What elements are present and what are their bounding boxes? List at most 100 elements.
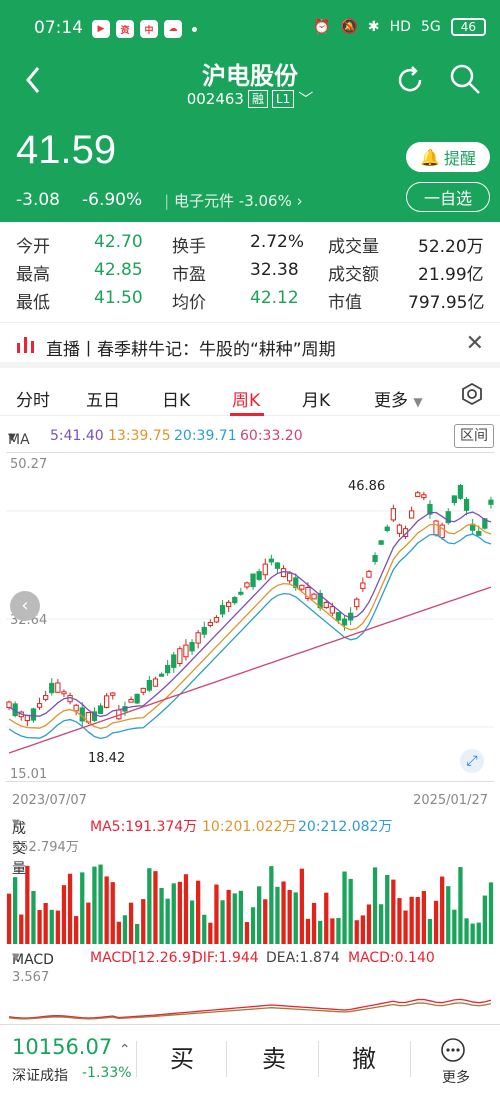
status-right: ⏰ 🔕 ✱ HD 5G 46 <box>313 18 486 36</box>
turnover-value: 2.72% <box>250 232 305 252</box>
volume-bar <box>263 899 268 944</box>
candle-body <box>140 687 146 693</box>
candle-body <box>372 555 378 563</box>
candle-body <box>256 571 262 580</box>
candle-body <box>268 558 274 563</box>
sector-link[interactable]: | 电子元件 -3.06% › <box>164 190 303 211</box>
stock-code: 002463 <box>186 89 244 108</box>
tab-intraday[interactable]: 分时 <box>16 386 50 411</box>
chevron-down-icon: ﹀ <box>298 90 314 108</box>
caret-down-icon: ▼ <box>12 952 20 963</box>
status-bar: 07:14 ▶ 资 中 ☁ ⏰ 🔕 ✱ HD 5G 46 <box>0 14 500 44</box>
candle-body <box>463 498 470 511</box>
refresh-icon[interactable] <box>394 64 426 96</box>
alarm-icon: ⏰ <box>313 19 331 35</box>
date-end: 2025/01/27 <box>413 793 488 808</box>
volume-bar <box>257 886 262 944</box>
sell-button[interactable]: 卖 <box>262 1039 286 1074</box>
quote-grid: 今开 42.70 换手 2.72% 成交量 52.20万 最高 42.85 市盈… <box>0 228 500 318</box>
app-icon: ☁ <box>164 20 182 38</box>
candle-body <box>323 601 329 609</box>
candle-body <box>171 654 177 668</box>
volume-bar <box>159 887 164 944</box>
divider <box>136 1041 137 1077</box>
app-icon: 中 <box>140 20 158 38</box>
volume-bar <box>440 876 445 944</box>
candle-body <box>299 584 305 590</box>
margin-tag: 融 <box>247 89 268 108</box>
volume-value: 52.20万 <box>418 237 484 257</box>
kline-chart[interactable]: 50.27 32.64 15.01 46.86 18.42 ‹ ⤢ <box>6 452 494 782</box>
volume-bar <box>74 916 79 944</box>
candle-body <box>201 627 207 635</box>
volume-bar <box>214 884 219 944</box>
volume-bar <box>92 866 97 944</box>
tab-monthly-k[interactable]: 月K <box>302 386 330 411</box>
cancel-order-button[interactable]: 撤 <box>352 1039 376 1074</box>
tab-weekly-k[interactable]: 周K <box>232 386 260 411</box>
volume-bar <box>348 878 353 944</box>
candle-body <box>177 648 183 665</box>
buy-button[interactable]: 买 <box>170 1039 194 1074</box>
volume-bar <box>171 883 176 944</box>
volume-bar <box>336 918 341 944</box>
app-icon: 资 <box>116 20 134 38</box>
volume-bar <box>421 891 426 944</box>
more-label[interactable]: 更多 <box>442 1067 470 1087</box>
bluetooth-icon: ✱ <box>367 19 380 35</box>
tab-more[interactable]: 更多 ▼ <box>374 386 423 411</box>
volume-bar <box>269 866 274 944</box>
candle-body <box>55 682 61 693</box>
close-icon[interactable]: ✕ <box>466 331 484 356</box>
news-text: 直播丨春季耕牛记：牛股的“耕种”周期 <box>46 340 336 360</box>
volume-bar <box>385 874 390 944</box>
turnover-label: 换手 <box>172 237 206 257</box>
volume-bar <box>31 890 36 944</box>
tab-five-day[interactable]: 五日 <box>86 386 120 411</box>
news-banner[interactable]: 直播丨春季耕牛记：牛股的“耕种”周期 ✕ <box>0 322 500 368</box>
volume-bar <box>372 867 378 944</box>
volume-bar <box>98 864 103 944</box>
scroll-left-button[interactable]: ‹ <box>10 591 40 621</box>
volume-bar <box>25 865 30 944</box>
avg-value: 42.12 <box>250 288 299 308</box>
remind-button[interactable]: 🔔 提醒 <box>406 142 490 172</box>
volume-bar <box>147 868 152 944</box>
candle-body <box>165 664 171 674</box>
candle-body <box>451 495 457 504</box>
candle-body <box>360 582 366 589</box>
macd-params: MACD[12.26.9] <box>90 950 197 966</box>
index-value-number: 10156.07 <box>12 1035 113 1059</box>
volume-bar <box>104 876 109 944</box>
volume-bar <box>482 895 487 944</box>
y-axis-max: 50.27 <box>10 457 48 472</box>
mute-icon: 🔕 <box>340 19 358 35</box>
last-price: 41.59 <box>16 128 117 172</box>
volume-bar <box>238 890 243 944</box>
candle-body <box>396 524 403 534</box>
candle-body <box>390 508 396 521</box>
volume-bar <box>122 915 128 944</box>
macd-top: 3.567 <box>12 970 50 985</box>
price-change: -3.08 <box>16 190 60 210</box>
divider: | <box>164 192 170 210</box>
search-icon[interactable] <box>448 62 482 96</box>
candle-body <box>226 601 232 608</box>
candle-body <box>329 606 335 614</box>
more-icon[interactable] <box>440 1037 466 1063</box>
settings-icon[interactable] <box>460 382 484 406</box>
macd-chart <box>8 998 492 1020</box>
candle-body <box>354 598 360 608</box>
tab-daily-k[interactable]: 日K <box>162 386 190 411</box>
status-time: 07:14 <box>34 18 83 38</box>
volume-bar <box>110 882 115 944</box>
vol-ma10: 10:201.022万 <box>202 819 297 835</box>
index-name: 深证成指 <box>12 1068 68 1084</box>
caret-down-icon: ▼ <box>12 818 20 829</box>
watchlist-button[interactable]: 一自选 <box>406 182 490 212</box>
fullscreen-icon[interactable]: ⤢ <box>460 749 484 773</box>
low-label: 最低 <box>16 293 50 313</box>
interval-button[interactable]: 区间 <box>454 424 494 448</box>
candle-body <box>378 540 384 545</box>
candle-body <box>409 510 415 519</box>
